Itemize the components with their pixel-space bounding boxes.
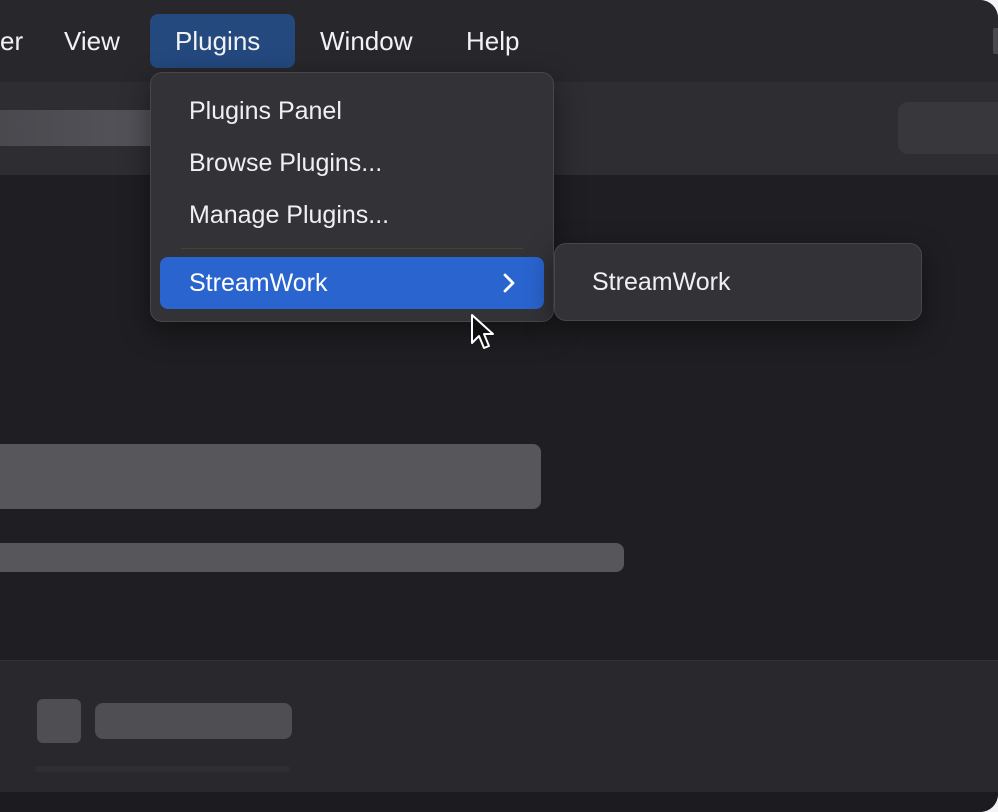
menubar-edge-control	[993, 28, 998, 54]
chevron-right-icon	[503, 273, 515, 293]
mouse-pointer-icon	[471, 314, 494, 349]
menu-separator	[181, 248, 523, 249]
plugins-dropdown-menu: Plugins Panel Browse Plugins... Manage P…	[150, 72, 554, 322]
menu-item-window[interactable]: Window	[295, 14, 437, 68]
bottom-panel	[0, 660, 998, 793]
menu-option-streamwork-label: StreamWork	[189, 269, 328, 297]
streamwork-submenu: StreamWork	[554, 243, 922, 321]
bottom-label-placeholder	[95, 703, 292, 739]
bottom-thumbnail	[37, 699, 81, 743]
menu-option-manage-plugins[interactable]: Manage Plugins...	[160, 189, 544, 241]
content-placeholder-line	[0, 543, 624, 572]
toolbar-field[interactable]	[0, 110, 160, 146]
menu-item-view[interactable]: View	[39, 14, 145, 68]
app-window: er View Plugins Window Help Plugins Pane…	[0, 0, 998, 812]
toolbar-button[interactable]	[898, 102, 998, 154]
menu-item-plugins[interactable]: Plugins	[150, 14, 295, 68]
menu-option-plugins-panel[interactable]: Plugins Panel	[160, 85, 544, 137]
bottom-faint-line	[35, 766, 290, 772]
menu-option-streamwork[interactable]: StreamWork	[160, 257, 544, 309]
menu-item-help[interactable]: Help	[441, 14, 544, 68]
menu-option-browse-plugins[interactable]: Browse Plugins...	[160, 137, 544, 189]
menu-bar: er View Plugins Window Help	[0, 0, 998, 82]
content-placeholder-block	[0, 444, 541, 509]
submenu-option-streamwork[interactable]: StreamWork	[563, 256, 913, 308]
status-strip	[0, 792, 998, 812]
